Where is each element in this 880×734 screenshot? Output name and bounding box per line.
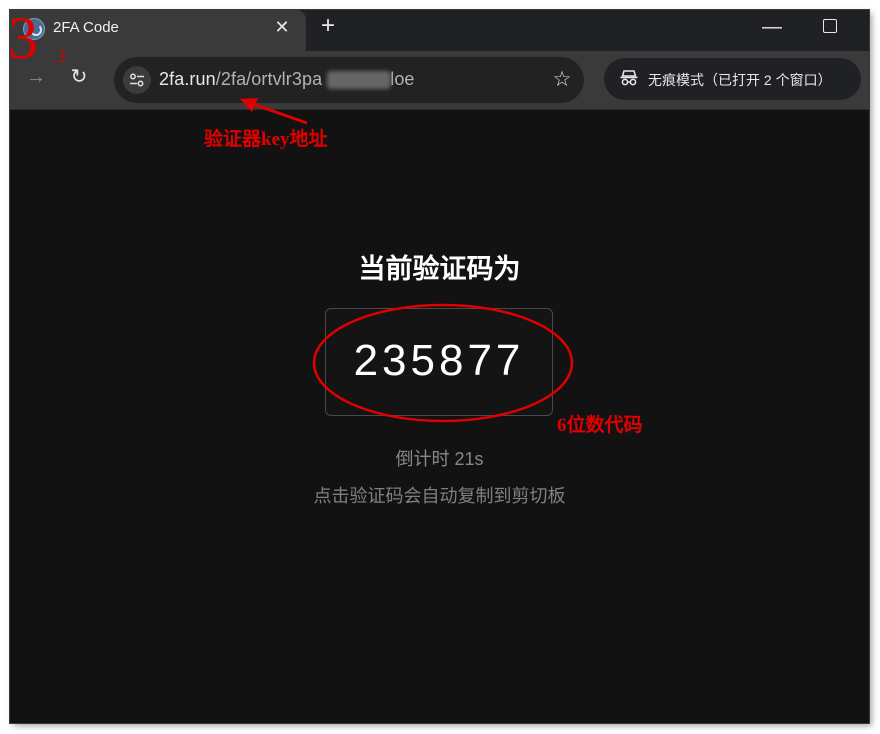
annotation-overlay <box>240 98 574 423</box>
annotation-ellipse <box>312 303 574 423</box>
annotation-arrow-line <box>249 101 308 125</box>
